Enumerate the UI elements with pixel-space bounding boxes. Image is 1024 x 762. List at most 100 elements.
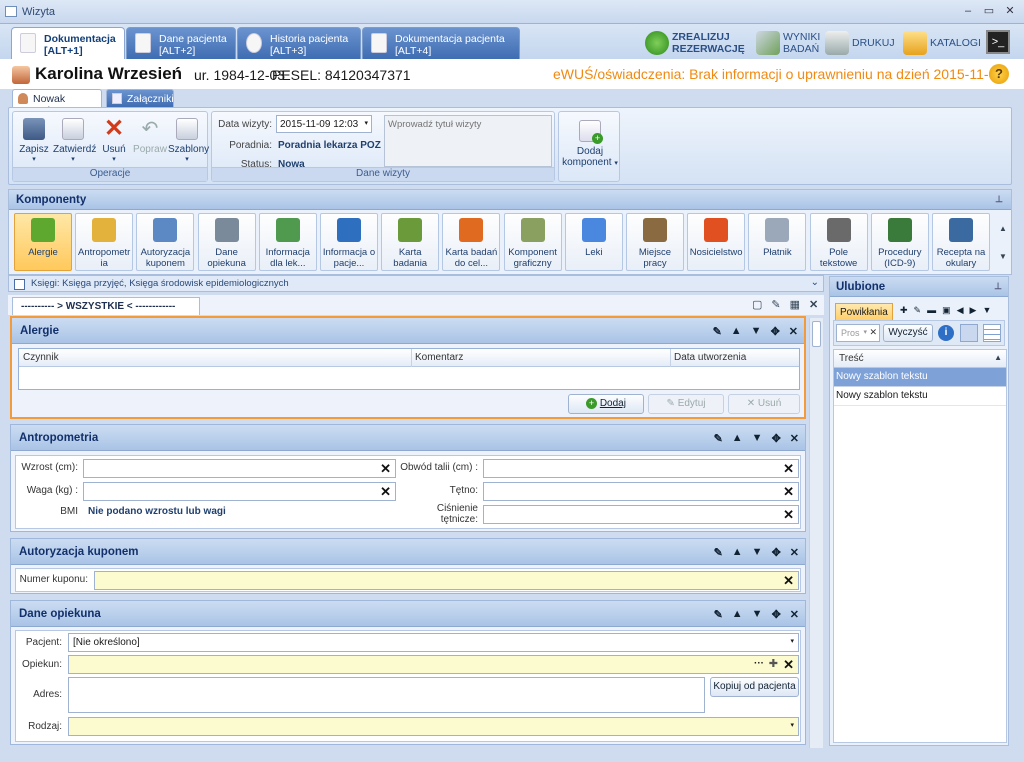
dodaj-button[interactable]: + Dodaj — [568, 394, 644, 414]
pin-icon[interactable]: ⊥ — [995, 194, 1003, 205]
component-tile[interactable]: Pole tekstowe — [809, 213, 868, 271]
tab-dokumentacja-pacjenta[interactable]: Dokumentacja pacjenta [ALT+4] — [362, 27, 520, 59]
remove-icon[interactable]: ▬ — [927, 305, 936, 316]
clear-icon[interactable]: ✕ — [783, 461, 794, 477]
subtab-nowak-tadeusz[interactable]: Nowak Tadeusz — [12, 89, 102, 117]
close-icon[interactable]: ✕ — [1003, 4, 1017, 18]
move-icon[interactable]: ✥ — [771, 325, 780, 338]
component-tile[interactable]: Alergie — [14, 213, 72, 271]
move-down-icon[interactable]: ▼ — [752, 432, 763, 445]
scroll-down-icon[interactable]: ▼ — [999, 252, 1007, 261]
info-icon[interactable]: i — [938, 325, 954, 341]
popraw-button[interactable]: ↶ Popraw — [133, 118, 167, 168]
component-tile[interactable]: Autoryzacja kuponem — [136, 213, 195, 271]
scrollbar-thumb[interactable] — [812, 321, 821, 347]
tytul-wizyty-input[interactable] — [384, 115, 552, 167]
data-wizyty-input[interactable]: 2015-11-09 12:03 ▾ — [276, 115, 372, 133]
maximize-icon[interactable]: ▭ — [982, 4, 996, 18]
move-icon[interactable]: ✥ — [772, 546, 781, 559]
component-tile[interactable]: Płatnik — [748, 213, 807, 271]
rodzaj-select[interactable]: ▾ — [68, 717, 799, 736]
component-tile[interactable]: Komponent graficzny — [503, 213, 562, 271]
edit-icon[interactable]: ✎ — [714, 432, 723, 445]
edit-icon[interactable]: ✎ — [713, 325, 722, 338]
tab-dokumentacja[interactable]: Dokumentacja [ALT+1] — [11, 27, 125, 59]
usun-button[interactable]: ✕ Usuń — [728, 394, 800, 414]
pin-icon[interactable]: ⊥ — [994, 281, 1002, 292]
add-icon[interactable]: ✚ — [900, 305, 908, 316]
kopiuj-od-pacjenta-button[interactable]: Kopiuj od pacjenta — [710, 677, 799, 697]
clear-icon[interactable]: ✕ — [783, 484, 794, 500]
move-up-icon[interactable]: ▲ — [732, 546, 743, 559]
wyniki-badan-button[interactable]: WYNIKI BADAŃ — [756, 28, 822, 58]
column-tresc[interactable]: Treść — [839, 353, 864, 364]
add-icon[interactable]: ✚ — [769, 657, 778, 670]
scroll-up-icon[interactable]: ▲ — [999, 224, 1007, 233]
edit-icon[interactable]: ✎ — [714, 546, 723, 559]
edit-icon[interactable]: ✎ — [714, 608, 723, 621]
list-item[interactable]: Nowy szablon tekstu — [834, 387, 1006, 406]
waga-input[interactable]: ✕ — [83, 482, 396, 501]
component-tile[interactable]: Procedury (ICD-9) — [870, 213, 929, 271]
tab-powiklania[interactable]: Powikłania — [835, 303, 893, 320]
column-czynnik[interactable]: Czynnik — [23, 352, 59, 363]
move-up-icon[interactable]: ▲ — [732, 608, 743, 621]
subtab-zalaczniki[interactable]: Załączniki — [106, 89, 174, 107]
edit-icon[interactable]: ✎ — [771, 298, 780, 311]
console-icon[interactable]: >_ — [986, 30, 1010, 54]
close-icon[interactable]: ✕ — [809, 298, 818, 311]
grid-icon[interactable] — [983, 324, 1001, 342]
tab-historia-pacjenta[interactable]: Historia pacjenta [ALT+3] — [237, 27, 361, 59]
new-document-icon[interactable]: ▢ — [752, 298, 762, 311]
tab-dane-pacjenta[interactable]: Dane pacjenta [ALT+2] — [126, 27, 236, 59]
adres-input[interactable] — [68, 677, 705, 713]
component-tile[interactable]: Informacja o pacje... — [320, 213, 378, 271]
component-tile[interactable]: Karta badań do cel... — [442, 213, 501, 271]
sort-icon[interactable]: ▲ — [994, 353, 1002, 362]
pacjent-select[interactable]: [Nie określono] ▾ — [68, 633, 799, 652]
clear-icon[interactable]: ✕ — [380, 484, 391, 500]
clear-icon[interactable]: ✕ — [783, 573, 794, 589]
search-input[interactable]: Pros ▾ ✕ — [836, 324, 880, 342]
dodaj-komponent-button[interactable]: + Dodaj komponent ▾ — [561, 120, 619, 170]
usun-button[interactable]: ✕ Usuń ▾ — [97, 117, 131, 168]
component-tile[interactable]: Dane opiekuna — [197, 213, 256, 271]
close-icon[interactable]: ✕ — [789, 325, 798, 338]
move-icon[interactable]: ✥ — [772, 432, 781, 445]
move-down-icon[interactable]: ▼ — [752, 608, 763, 621]
component-tile[interactable]: Informacja dla lek... — [258, 213, 317, 271]
filter-tab-wszystkie[interactable]: ---------- > WSZYSTKIE < ------------ — [12, 297, 200, 315]
move-down-icon[interactable]: ▼ — [751, 325, 762, 338]
wzrost-input[interactable]: ✕ — [83, 459, 396, 478]
move-down-icon[interactable]: ▼ — [752, 546, 763, 559]
menu-icon[interactable]: ▼ — [982, 305, 991, 316]
collapse-icon[interactable]: ⌄ — [811, 277, 819, 288]
list-item[interactable]: Nowy szablon tekstu — [834, 368, 1006, 387]
edytuj-button[interactable]: ✎ Edytuj — [648, 394, 724, 414]
numer-kuponu-input[interactable]: ✕ — [94, 571, 799, 590]
clear-icon[interactable]: ✕ — [783, 657, 794, 673]
more-icon[interactable]: ··· — [754, 658, 764, 669]
zrealizuj-rezerwacje-button[interactable]: ZREALIZUJ REZERWACJĘ — [645, 28, 753, 58]
zatwierdz-button[interactable]: Zatwierdź ▾ — [53, 118, 96, 168]
katalogi-button[interactable]: KATALOGI — [903, 28, 981, 58]
component-tile[interactable]: Leki — [564, 213, 623, 271]
component-tile[interactable]: Recepta na okulary — [932, 213, 990, 271]
column-komentarz[interactable]: Komentarz — [411, 349, 463, 367]
help-icon[interactable]: ? — [989, 64, 1009, 84]
next-icon[interactable]: ▶ — [970, 305, 977, 316]
move-icon[interactable]: ✥ — [772, 608, 781, 621]
content-scrollbar[interactable] — [809, 318, 823, 748]
preview-icon[interactable] — [960, 324, 978, 342]
component-tile[interactable]: Antropometr ia — [75, 213, 134, 271]
clear-icon[interactable]: ✕ — [380, 461, 391, 477]
layout-icon[interactable]: ▦ — [790, 298, 800, 311]
close-icon[interactable]: ✕ — [790, 608, 799, 621]
obwod-talii-input[interactable]: ✕ — [483, 459, 799, 478]
tetno-input[interactable]: ✕ — [483, 482, 799, 501]
prev-icon[interactable]: ◀ — [957, 305, 964, 316]
opiekun-input[interactable]: ··· ✚ ✕ — [68, 655, 799, 674]
component-tile[interactable]: Miejsce pracy — [626, 213, 684, 271]
move-up-icon[interactable]: ▲ — [731, 325, 742, 338]
component-tile[interactable]: Karta badania — [381, 213, 440, 271]
